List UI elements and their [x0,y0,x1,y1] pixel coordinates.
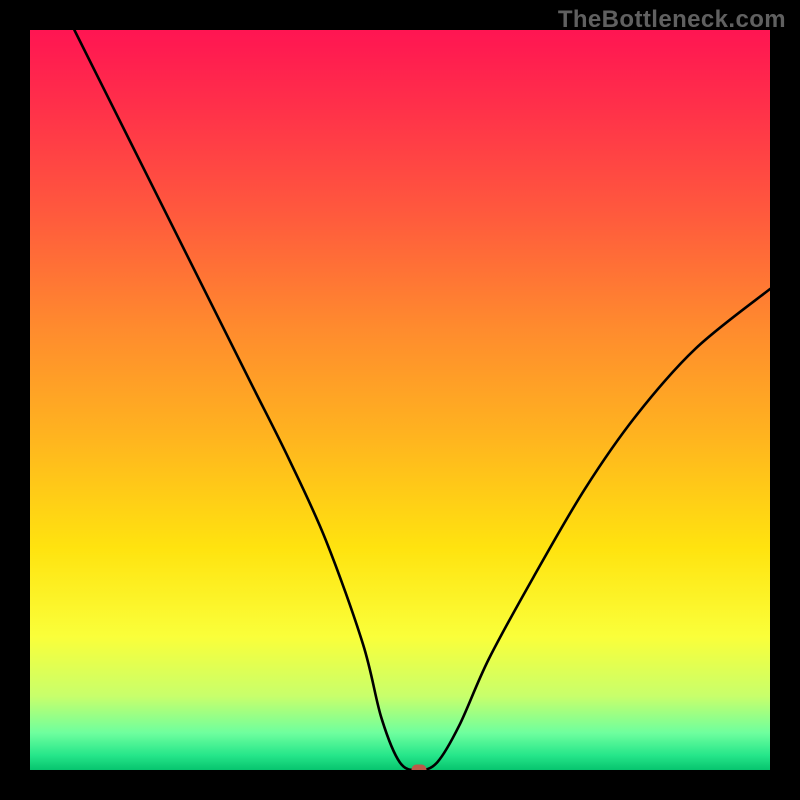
min-marker [411,765,426,771]
curve-svg [30,30,770,770]
watermark-text: TheBottleneck.com [558,6,786,34]
chart-frame: TheBottleneck.com [0,0,800,800]
curve-path [74,30,770,770]
plot-area [30,30,770,770]
